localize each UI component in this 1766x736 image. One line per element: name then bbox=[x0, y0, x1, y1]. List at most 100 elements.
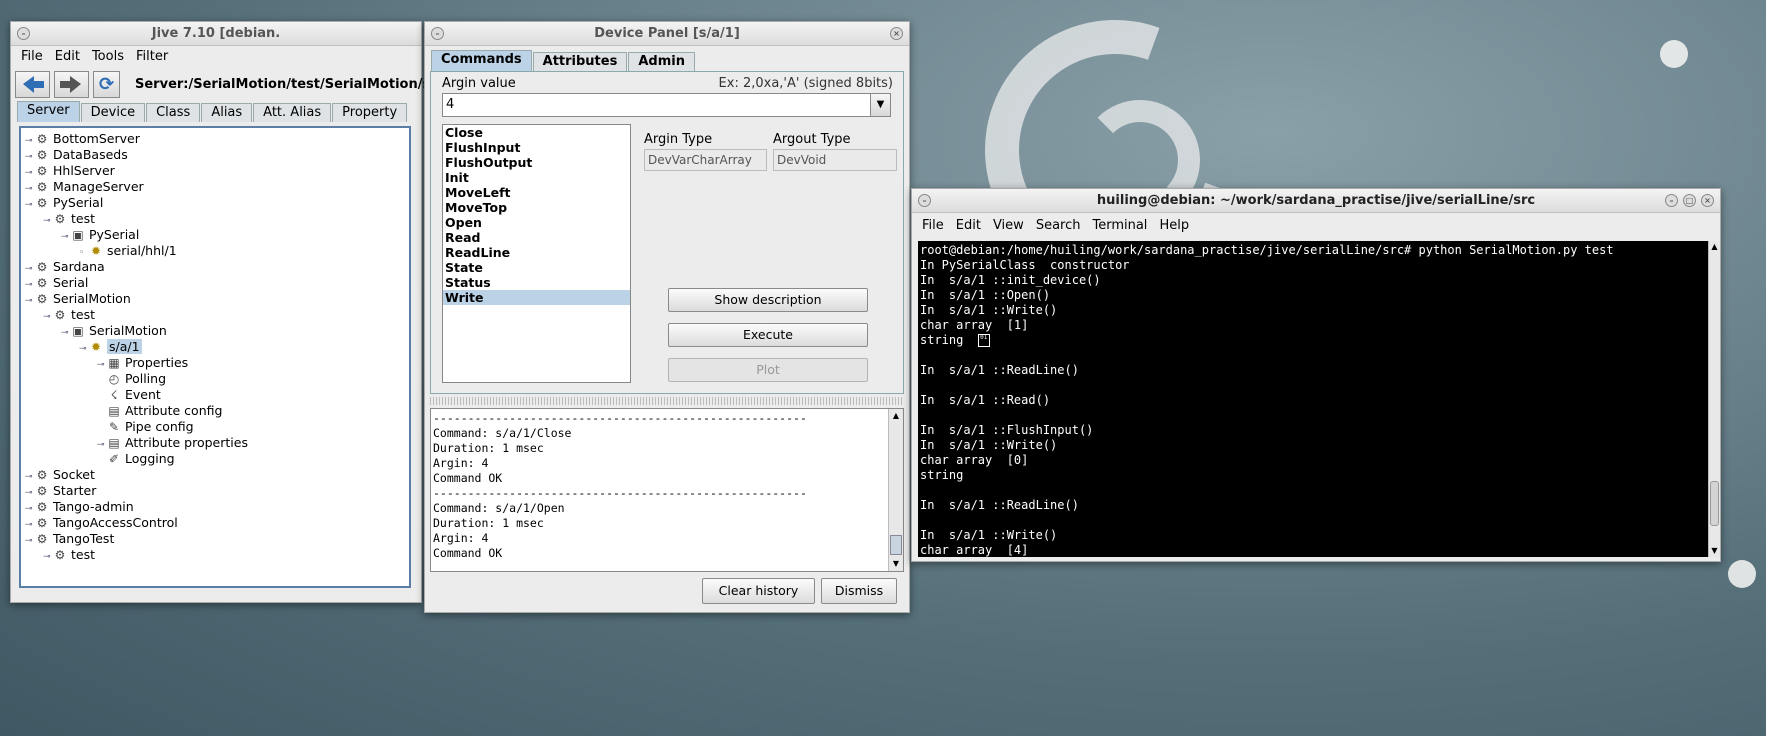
device-panel-titlebar[interactable]: – Device Panel [s/a/1] × bbox=[425, 22, 909, 46]
jive-titlebar[interactable]: – Jive 7.10 [debian. bbox=[11, 22, 421, 46]
path-field[interactable]: Server:/SerialMotion/test/SerialMotion/s… bbox=[135, 71, 435, 98]
tree-node[interactable]: ⊸ ⚙ SerialMotion bbox=[25, 291, 131, 307]
tree-node[interactable]: ⊸ ⚙ ManageServer bbox=[25, 179, 144, 195]
command-item[interactable]: MoveTop bbox=[443, 200, 630, 215]
tree-toggle-icon[interactable]: ⊸ bbox=[25, 293, 35, 309]
scroll-thumb[interactable] bbox=[890, 535, 902, 555]
tab-att-alias[interactable]: Att. Alias bbox=[253, 103, 332, 122]
argin-input[interactable]: 4 bbox=[446, 97, 454, 112]
terminal-output[interactable]: root@debian:/home/huiling/work/sardana_p… bbox=[918, 241, 1708, 557]
dropdown-button[interactable]: ▼ bbox=[870, 94, 890, 116]
back-button[interactable] bbox=[15, 71, 50, 98]
tree-node[interactable]: ⊸ ⚙ test bbox=[43, 211, 95, 227]
command-item[interactable]: Close bbox=[443, 125, 630, 140]
command-item[interactable]: Read bbox=[443, 230, 630, 245]
window-menu-icon[interactable]: – bbox=[431, 27, 444, 40]
command-item[interactable]: Init bbox=[443, 170, 630, 185]
tab-commands[interactable]: Commands bbox=[431, 50, 532, 71]
menu-edit[interactable]: Edit bbox=[55, 49, 80, 64]
menu-terminal[interactable]: Terminal bbox=[1092, 218, 1147, 233]
scroll-thumb[interactable] bbox=[1710, 481, 1719, 526]
tree-node[interactable]: ⊸ ⚙ DataBaseds bbox=[25, 147, 128, 163]
tree-toggle-icon[interactable]: ⊸ bbox=[43, 213, 53, 229]
tree-node[interactable]: ⊸ ⚙ Serial bbox=[25, 275, 88, 291]
tree-node[interactable]: ⊸ ⚙ TangoAccessControl bbox=[25, 515, 178, 531]
command-list[interactable]: Close FlushInput FlushOutput Init MoveLeft Mo… bbox=[442, 124, 631, 383]
close-icon[interactable]: × bbox=[1701, 194, 1714, 207]
tab-property[interactable]: Property bbox=[332, 103, 408, 122]
tree-node[interactable]: ⊸ ✹ s/a/1 bbox=[79, 339, 142, 355]
menu-edit[interactable]: Edit bbox=[956, 218, 981, 233]
tree-node[interactable]: ✎ Pipe config bbox=[97, 419, 194, 435]
tree-node[interactable]: ⊸ ⚙ HhlServer bbox=[25, 163, 115, 179]
server-tree[interactable]: ⊸ ⚙ BottomServer ⊸ ⚙ DataBaseds ⊸ ⚙ HhlServer ⊸ ⚙ M… bbox=[19, 126, 411, 588]
tab-attributes[interactable]: Attributes bbox=[532, 52, 628, 71]
tree-node[interactable]: ⊸ ⚙ PySerial bbox=[25, 195, 103, 211]
clear-history-button[interactable]: Clear history bbox=[702, 578, 815, 604]
tree-node[interactable]: ⊸ ⚙ BottomServer bbox=[25, 131, 140, 147]
tree-node[interactable]: ⊸ ⚙ Tango-admin bbox=[25, 499, 134, 515]
menu-help[interactable]: Help bbox=[1159, 218, 1189, 233]
tree-node[interactable]: ⊸ ⚙ test bbox=[43, 307, 95, 323]
tree-node[interactable]: ⊸ ⚙ Starter bbox=[25, 483, 96, 499]
execute-button[interactable]: Execute bbox=[668, 323, 868, 347]
scroll-up-icon[interactable]: ▲ bbox=[1709, 241, 1720, 253]
tree-node[interactable]: ⊸ ▤ Attribute properties bbox=[97, 435, 248, 451]
plot-button[interactable]: Plot bbox=[668, 358, 868, 382]
menu-tools[interactable]: Tools bbox=[92, 49, 124, 64]
tab-device[interactable]: Device bbox=[80, 103, 146, 122]
terminal-titlebar[interactable]: – huiling@debian: ~/work/sardana_practis… bbox=[912, 189, 1720, 213]
tree-node[interactable]: ▤ Attribute config bbox=[97, 403, 222, 419]
argin-combobox[interactable]: 4 ▼ bbox=[442, 93, 891, 117]
menu-view[interactable]: View bbox=[993, 218, 1024, 233]
splitter[interactable] bbox=[430, 397, 904, 405]
tree-toggle-icon[interactable]: ⊸ bbox=[79, 341, 89, 357]
tree-node[interactable]: ⊸ ▣ SerialMotion bbox=[61, 323, 167, 339]
command-item[interactable]: ReadLine bbox=[443, 245, 630, 260]
command-item[interactable]: FlushInput bbox=[443, 140, 630, 155]
scroll-down-icon[interactable]: ▼ bbox=[1709, 545, 1720, 557]
tree-node[interactable]: ⊸ ⚙ Socket bbox=[25, 467, 95, 483]
show-description-button[interactable]: Show description bbox=[668, 288, 868, 312]
tree-node[interactable]: ☇ Event bbox=[97, 387, 161, 403]
command-item[interactable]: MoveLeft bbox=[443, 185, 630, 200]
tree-node[interactable]: ⊸ ⚙ test bbox=[43, 547, 95, 563]
tree-toggle-icon[interactable]: ⊸ bbox=[25, 197, 35, 213]
tab-class[interactable]: Class bbox=[146, 103, 201, 122]
forward-button[interactable] bbox=[54, 71, 89, 98]
tab-admin[interactable]: Admin bbox=[628, 52, 695, 71]
command-item[interactable]: State bbox=[443, 260, 630, 275]
scroll-up-icon[interactable]: ▲ bbox=[889, 409, 903, 423]
tree-node[interactable]: ◦ ✹ serial/hhl/1 bbox=[79, 243, 177, 259]
history-scrollbar[interactable]: ▲ ▼ bbox=[888, 409, 903, 571]
refresh-button[interactable]: ⟳ bbox=[93, 71, 120, 98]
tree-node[interactable]: ⊸ ▦ Properties bbox=[97, 355, 188, 371]
tree-toggle-icon[interactable]: ⊸ bbox=[61, 229, 71, 245]
menu-filter[interactable]: Filter bbox=[136, 49, 168, 64]
close-icon[interactable]: × bbox=[890, 27, 903, 40]
tree-toggle-icon[interactable]: ⊸ bbox=[25, 533, 35, 549]
window-menu-icon[interactable]: – bbox=[17, 27, 30, 40]
tree-node[interactable]: ⊸ ⚙ TangoTest bbox=[25, 531, 114, 547]
tree-node[interactable]: ◴ Polling bbox=[97, 371, 166, 387]
tree-node[interactable]: ⊸ ⚙ Sardana bbox=[25, 259, 105, 275]
tab-alias[interactable]: Alias bbox=[201, 103, 253, 122]
tree-toggle-icon[interactable]: ⊸ bbox=[43, 549, 53, 565]
window-menu-icon[interactable]: – bbox=[918, 194, 931, 207]
terminal-scrollbar[interactable]: ▲ ▼ bbox=[1708, 241, 1720, 557]
menu-file[interactable]: File bbox=[21, 49, 43, 64]
dismiss-button[interactable]: Dismiss bbox=[821, 578, 897, 604]
menu-file[interactable]: File bbox=[922, 218, 944, 233]
scroll-down-icon[interactable]: ▼ bbox=[889, 557, 903, 571]
command-item[interactable]: Status bbox=[443, 275, 630, 290]
command-item[interactable]: Open bbox=[443, 215, 630, 230]
maximize-icon[interactable]: □ bbox=[1683, 194, 1696, 207]
tree-toggle-icon[interactable]: ⊸ bbox=[61, 325, 71, 341]
command-item[interactable]: FlushOutput bbox=[443, 155, 630, 170]
menu-search[interactable]: Search bbox=[1036, 218, 1081, 233]
minimize-icon[interactable]: – bbox=[1665, 194, 1678, 207]
tree-toggle-icon[interactable]: ⊸ bbox=[43, 309, 53, 325]
command-item[interactable]: Write bbox=[443, 290, 630, 305]
tab-server[interactable]: Server bbox=[17, 101, 80, 122]
tree-node[interactable]: ✐ Logging bbox=[97, 451, 175, 467]
